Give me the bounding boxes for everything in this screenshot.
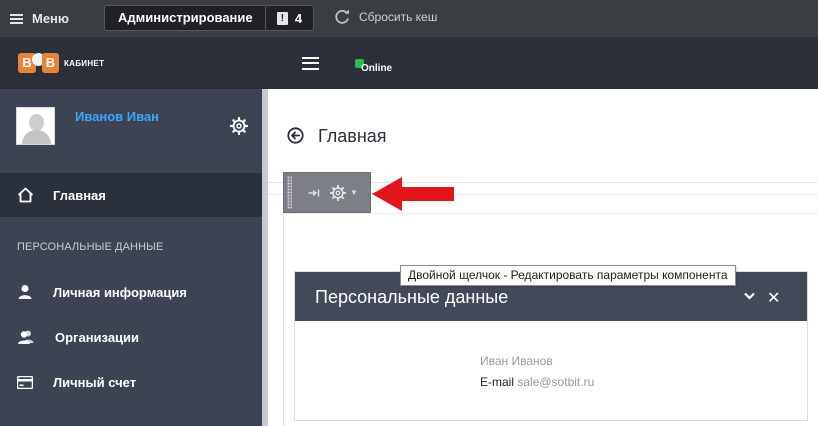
component-settings-icon[interactable] — [330, 184, 346, 201]
menu-icon — [10, 13, 23, 24]
user-icon — [18, 285, 32, 299]
card-icon — [17, 375, 33, 389]
sidebar-item-label: Организации — [55, 329, 140, 345]
chevron-down-icon[interactable]: ▼ — [350, 188, 358, 197]
component-toolbar[interactable]: ▼ — [283, 172, 371, 213]
sidebar-section-title: ПЕРСОНАЛЬНЫЕ ДАННЫЕ — [17, 241, 164, 253]
notifications-button[interactable]: ! 4 — [265, 5, 314, 31]
sidebar-item-label: Личная информация — [53, 284, 187, 300]
logo[interactable]: В В КАБИНЕТ — [18, 52, 105, 73]
component-tooltip: Двойной щелчок - Редактировать параметры… — [400, 265, 736, 286]
users-icon — [18, 330, 34, 344]
personal-data-card: Персональные данные ✕ Иван Иванов E-mail… — [294, 271, 808, 421]
sidebar-item-account[interactable]: Личный счет — [0, 367, 262, 397]
sidebar-item-home[interactable]: Главная — [0, 173, 262, 217]
drag-handle-icon[interactable] — [287, 176, 292, 209]
avatar[interactable] — [16, 107, 55, 145]
notifications-count: 4 — [294, 10, 303, 26]
clear-cache-label: Сбросить кеш — [359, 10, 438, 24]
status-label: Online — [361, 63, 393, 74]
online-status: Online — [355, 59, 392, 74]
clear-cache-button[interactable]: Сбросить кеш — [333, 8, 437, 26]
sidebar-item-home-label: Главная — [53, 187, 106, 203]
email-value[interactable]: sale@sotbit.ru — [517, 375, 594, 389]
person-email: E-mail sale@sotbit.ru — [480, 375, 594, 389]
app-header: В В КАБИНЕТ Online — [0, 37, 818, 89]
admin-bar: Меню Администрирование ! 4 Сбросить кеш — [0, 0, 818, 37]
administration-button[interactable]: Администрирование — [104, 5, 267, 31]
admin-menu-label: Меню — [32, 11, 70, 26]
person-name: Иван Иванов — [480, 354, 553, 368]
collapse-icon[interactable] — [744, 292, 755, 300]
back-arrow-icon[interactable] — [287, 127, 304, 144]
logo-letter-2: В — [42, 53, 59, 73]
refresh-icon — [335, 9, 349, 24]
sidebar: Иванов Иван Главная ПЕРСОНАЛЬНЫЕ ДАННЫЕ … — [0, 89, 262, 426]
card-title: Персональные данные — [315, 287, 509, 307]
sidebar-toggle-icon[interactable] — [302, 57, 319, 70]
user-name-link[interactable]: Иванов Иван — [75, 109, 159, 124]
user-settings-icon[interactable] — [230, 117, 248, 135]
sidebar-item-organizations[interactable]: Организации — [0, 322, 262, 352]
close-icon[interactable]: ✕ — [767, 288, 780, 308]
sidebar-item-personal-info[interactable]: Личная информация — [0, 277, 262, 307]
home-icon — [17, 187, 34, 203]
logo-caption: КАБИНЕТ — [64, 58, 105, 68]
admin-menu-button[interactable]: Меню — [10, 11, 69, 26]
red-arrow-icon — [372, 177, 454, 211]
notification-icon: ! — [276, 11, 288, 25]
email-label: E-mail — [480, 375, 515, 389]
pin-icon[interactable] — [308, 188, 320, 198]
sidebar-item-label: Личный счет — [53, 374, 137, 390]
page-title: Главная — [318, 126, 387, 146]
